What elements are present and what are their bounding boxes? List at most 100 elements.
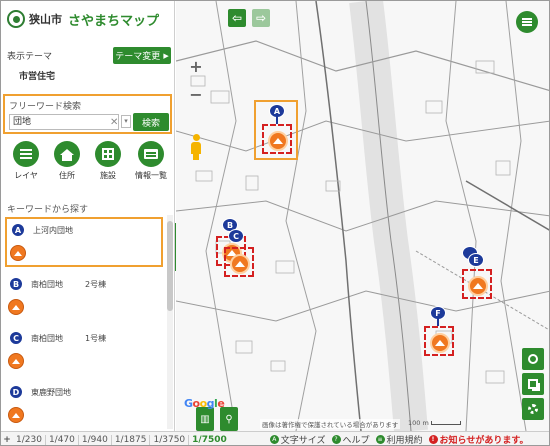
nav-info-list-label: 情報一覧 bbox=[135, 171, 167, 180]
housing-icon bbox=[468, 276, 488, 296]
back-arrow-button[interactable]: ⇦ bbox=[228, 9, 246, 27]
theme-change-button[interactable]: テーマ変更 ▶ bbox=[113, 47, 171, 64]
scale-text: 100 m bbox=[408, 419, 429, 427]
pegman-head bbox=[192, 134, 200, 141]
font-size-label: 文字サイズ bbox=[280, 436, 326, 446]
marker-d-icon: D bbox=[9, 385, 23, 399]
scale-option-active[interactable]: 1/7500 bbox=[189, 435, 230, 445]
result-number: 2号棟 bbox=[85, 280, 107, 289]
marker-a-icon: A bbox=[11, 223, 25, 237]
pegman-legs bbox=[193, 154, 199, 160]
search-history-dropdown[interactable]: ▾ bbox=[121, 115, 131, 128]
nav-info-list-circle bbox=[138, 141, 164, 167]
building-icon bbox=[102, 148, 114, 160]
terms-link[interactable]: ≡ 利用規約 bbox=[375, 433, 423, 446]
housing-icon bbox=[8, 407, 24, 423]
notice-link[interactable]: ! お知らせがあります。 bbox=[428, 433, 529, 446]
nav-layers-label: レイヤ bbox=[14, 171, 38, 180]
pegman-body bbox=[191, 142, 201, 154]
font-size-icon: A bbox=[269, 435, 279, 444]
housing-icon bbox=[268, 131, 288, 151]
zoom-out-button[interactable]: − bbox=[188, 87, 204, 103]
crosshair-icon bbox=[528, 354, 538, 364]
status-bar: + 1/230 1/470 1/940 1/1875 1/3750 1/7500… bbox=[1, 431, 549, 446]
map-base bbox=[176, 1, 549, 431]
notice-label: お知らせがあります。 bbox=[439, 436, 529, 446]
city-name: 狭山市 bbox=[29, 13, 62, 26]
list-scrollbar[interactable] bbox=[167, 215, 173, 429]
housing-icon bbox=[8, 299, 24, 315]
result-number: 1号棟 bbox=[85, 334, 107, 343]
scale-plus-icon[interactable]: + bbox=[1, 435, 13, 445]
chevron-right-icon: ▶ bbox=[163, 51, 169, 60]
nav-address[interactable]: 住所 bbox=[47, 141, 87, 181]
help-label: ヘルプ bbox=[342, 436, 370, 446]
menu-button[interactable] bbox=[516, 11, 538, 33]
app-title: さやまちマップ bbox=[68, 13, 160, 29]
scale-option[interactable]: 1/470 bbox=[46, 434, 79, 445]
nav-facility[interactable]: 施設 bbox=[88, 141, 128, 181]
marker-c-icon: C bbox=[9, 331, 23, 345]
map-scalebar: 100 m bbox=[408, 419, 461, 427]
search-input[interactable]: 団地 ✕ bbox=[9, 114, 119, 130]
search-button[interactable]: 検索 bbox=[133, 113, 169, 131]
terms-icon: ≡ bbox=[375, 435, 385, 444]
marker-c-label: C bbox=[228, 229, 244, 243]
list-item[interactable]: D 東鹿野団地 bbox=[5, 381, 163, 431]
map-view[interactable]: ⇦ ⇨ + − A B C E F ▥ ⚲ Google 画像は著作権で保護され… bbox=[176, 1, 549, 431]
google-logo: Google bbox=[184, 397, 225, 410]
list-item[interactable]: B 南柏団地 2号棟 bbox=[5, 273, 163, 323]
layers-icon bbox=[20, 149, 32, 159]
theme-label: 表示テーマ bbox=[7, 52, 53, 62]
scale-option[interactable]: 1/1875 bbox=[112, 434, 151, 445]
theme-row: 表示テーマ テーマ変更 ▶ bbox=[7, 47, 171, 65]
housing-icon bbox=[8, 353, 24, 369]
settings-button[interactable] bbox=[522, 398, 544, 420]
marker-stem bbox=[276, 116, 278, 124]
scale-option[interactable]: 1/230 bbox=[13, 434, 46, 445]
nav-info-list[interactable]: 情報一覧 bbox=[131, 141, 171, 181]
nav-address-circle bbox=[54, 141, 80, 167]
list-item[interactable]: C 南柏団地 1号棟 bbox=[5, 327, 163, 377]
map-attribution: 画像は著作権で保護されている場合があります bbox=[260, 419, 401, 429]
nav-facility-label: 施設 bbox=[100, 171, 116, 180]
zoom-in-button[interactable]: + bbox=[188, 59, 204, 75]
hamburger-icon bbox=[522, 18, 532, 26]
result-name: 南柏団地 bbox=[31, 280, 63, 289]
map-tools bbox=[522, 348, 544, 423]
layers-toggle-button[interactable] bbox=[522, 373, 544, 395]
scale-option[interactable]: 1/940 bbox=[79, 434, 112, 445]
freeword-search: フリーワード検索 団地 ✕ ▾ 検索 bbox=[3, 94, 172, 134]
nav-layers-circle bbox=[13, 141, 39, 167]
housing-icon bbox=[430, 333, 450, 353]
housing-icon bbox=[10, 245, 26, 261]
font-size-link[interactable]: A 文字サイズ bbox=[269, 433, 326, 446]
measure-tool-button[interactable]: ▥ bbox=[196, 407, 214, 431]
notice-icon: ! bbox=[428, 435, 438, 444]
scale-option[interactable]: 1/3750 bbox=[150, 434, 190, 445]
street-view-pegman-icon[interactable] bbox=[190, 134, 202, 160]
current-location-button[interactable] bbox=[522, 348, 544, 370]
app-window: 狭山市 さやまちマップ 表示テーマ テーマ変更 ▶ 市営住宅 フリーワード検索 … bbox=[0, 0, 550, 446]
clear-icon[interactable]: ✕ bbox=[110, 116, 118, 130]
app-header: 狭山市 さやまちマップ bbox=[1, 1, 174, 37]
marker-stem bbox=[437, 318, 439, 326]
keyword-result-list: A 上河内団地 B 南柏団地 2号棟 C 南柏団地 1号棟 D 東鹿野団地 bbox=[1, 215, 165, 431]
theme-change-label: テーマ変更 bbox=[115, 52, 161, 62]
forward-arrow-button[interactable]: ⇨ bbox=[252, 9, 270, 27]
nav-layers[interactable]: レイヤ bbox=[6, 141, 46, 181]
function-nav: レイヤ 住所 施設 情報一覧 bbox=[1, 141, 175, 185]
housing-icon bbox=[230, 254, 250, 274]
list-item[interactable]: A 上河内団地 bbox=[5, 217, 163, 267]
nav-facility-circle bbox=[95, 141, 121, 167]
nav-address-label: 住所 bbox=[59, 171, 75, 180]
help-icon: ? bbox=[331, 435, 341, 444]
result-name: 南柏団地 bbox=[31, 334, 63, 343]
help-link[interactable]: ? ヘルプ bbox=[331, 433, 370, 446]
marker-b-icon: B bbox=[9, 277, 23, 291]
scrollbar-thumb[interactable] bbox=[167, 221, 173, 311]
current-theme: 市営住宅 bbox=[19, 72, 56, 82]
pin-tool-button[interactable]: ⚲ bbox=[220, 407, 238, 431]
city-emblem-icon bbox=[7, 10, 25, 28]
terms-label: 利用規約 bbox=[386, 436, 423, 446]
